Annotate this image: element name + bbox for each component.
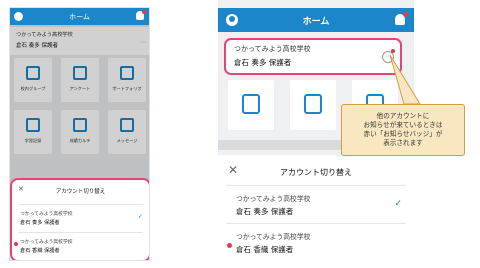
callout-box: 他のアカウントに お知らせが来ているときは 赤い「お知らせバッジ」が 表示されま… — [341, 104, 465, 156]
callout-line: 赤い「お知らせバッジ」が — [363, 130, 443, 138]
callout-line: 表示されます — [383, 139, 423, 147]
callout-line: 他のアカウントに — [376, 112, 430, 120]
callout-line: お知らせが来ているときは — [363, 121, 443, 129]
